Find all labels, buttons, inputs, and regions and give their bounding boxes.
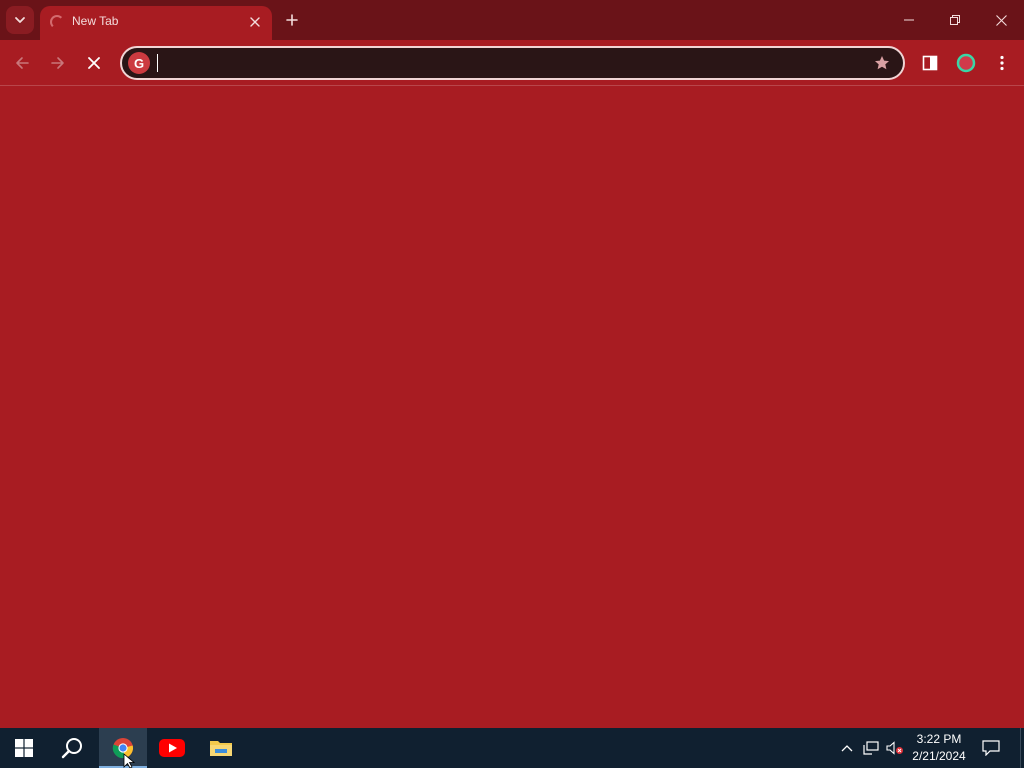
- new-tab-page: [0, 87, 1024, 728]
- action-center-button[interactable]: [981, 738, 1001, 758]
- forward-button[interactable]: [44, 49, 72, 77]
- tab-close-button[interactable]: [246, 13, 264, 31]
- arrow-left-icon: [16, 57, 29, 69]
- mouse-cursor-icon: [123, 754, 136, 768]
- tab-new-tab[interactable]: New Tab: [40, 6, 272, 40]
- tab-search-button[interactable]: [6, 6, 34, 34]
- youtube-icon: [159, 739, 185, 757]
- bookmark-button[interactable]: [871, 52, 893, 74]
- browser-toolbar: G: [0, 40, 1024, 86]
- back-button[interactable]: [8, 49, 36, 77]
- clock-date: 2/21/2024: [912, 749, 966, 763]
- search-icon: [61, 738, 82, 759]
- tab-title: New Tab: [72, 14, 119, 28]
- close-icon: [88, 57, 100, 69]
- text-caret: [157, 54, 158, 72]
- start-button[interactable]: [0, 728, 48, 768]
- loading-spinner-icon: [50, 15, 64, 29]
- close-icon: [995, 14, 1007, 26]
- stop-loading-button[interactable]: [80, 49, 108, 77]
- windows-logo-icon: [15, 739, 33, 757]
- show-desktop-button[interactable]: [1020, 728, 1024, 768]
- notification-icon: [982, 740, 1000, 756]
- kebab-menu-icon: [1000, 55, 1004, 71]
- taskbar-search-button[interactable]: [48, 728, 96, 768]
- minimize-icon: [904, 19, 914, 21]
- close-window-button[interactable]: [978, 0, 1024, 40]
- plus-icon: [286, 14, 298, 26]
- tab-strip: New Tab: [0, 0, 1024, 40]
- side-panel-button[interactable]: [916, 49, 944, 77]
- tray-volume-button[interactable]: [885, 738, 905, 758]
- arrow-right-icon: [51, 57, 64, 69]
- profile-avatar-icon: [956, 53, 976, 73]
- chevron-up-icon: [841, 745, 853, 752]
- restore-button[interactable]: [932, 0, 978, 40]
- taskbar-youtube[interactable]: [148, 728, 196, 768]
- tray-show-hidden-button[interactable]: [837, 738, 857, 758]
- folder-icon: [210, 741, 232, 756]
- volume-muted-icon: [886, 741, 903, 755]
- star-icon: [875, 56, 889, 70]
- address-bar[interactable]: G: [120, 46, 905, 80]
- profile-button[interactable]: [952, 49, 980, 77]
- browser-menu-button[interactable]: [988, 49, 1016, 77]
- taskbar-file-explorer[interactable]: [197, 728, 245, 768]
- side-panel-icon: [922, 55, 938, 71]
- clock-time: 3:22 PM: [916, 732, 962, 746]
- network-icon: [863, 741, 879, 755]
- close-icon: [250, 17, 260, 27]
- minimize-button[interactable]: [886, 0, 932, 40]
- chevron-down-icon: [15, 17, 25, 23]
- windows-taskbar: 3:22 PM 2/21/2024: [0, 728, 1024, 768]
- tray-network-button[interactable]: [861, 738, 881, 758]
- address-input[interactable]: [156, 52, 856, 74]
- new-tab-button[interactable]: [280, 8, 304, 32]
- restore-icon: [950, 15, 960, 25]
- google-g-icon: G: [128, 52, 150, 74]
- taskbar-clock[interactable]: 3:22 PM 2/21/2024: [906, 731, 972, 765]
